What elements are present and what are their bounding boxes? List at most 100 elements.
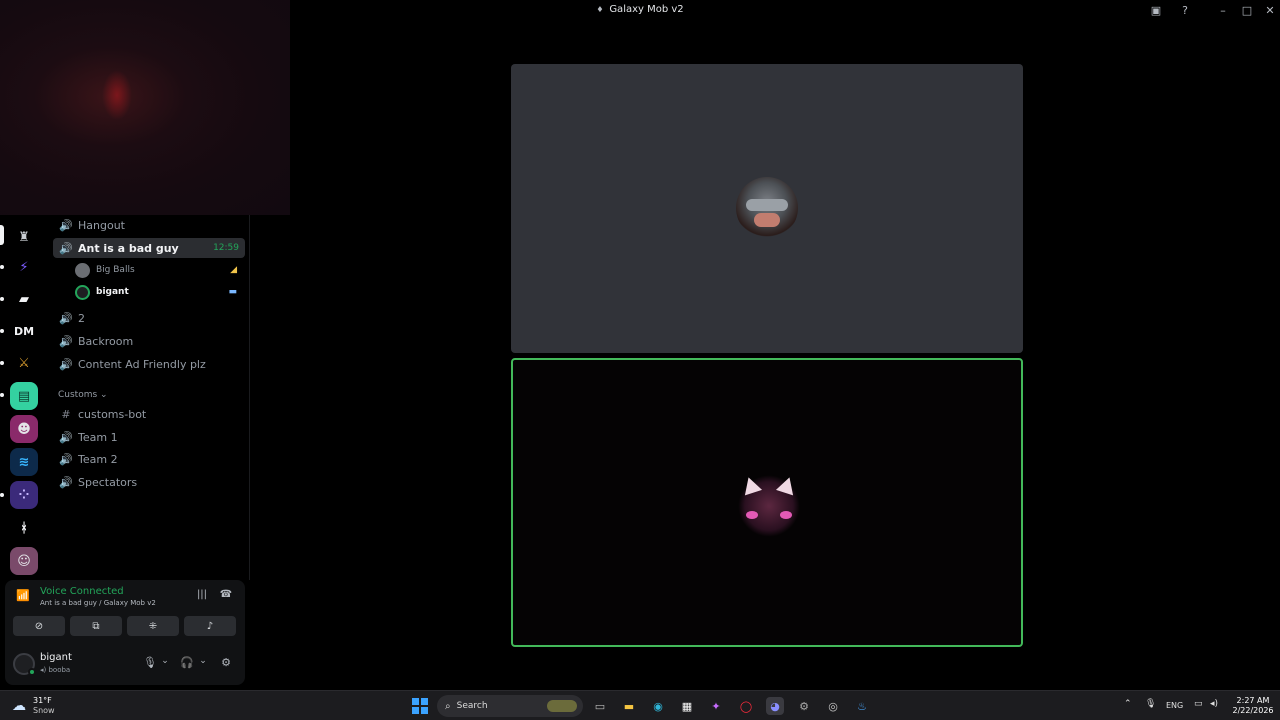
voice-channel-team-1[interactable]: 🔊 Team 1: [53, 427, 245, 447]
server-galaxy-mob[interactable]: ♜: [10, 223, 38, 251]
server-rune[interactable]: ᚼ: [10, 514, 38, 542]
hash-icon: #: [61, 407, 71, 421]
username[interactable]: bigant: [40, 652, 72, 663]
noise-suppression-icon[interactable]: |||: [193, 589, 211, 605]
headphones-icon[interactable]: 🎧: [180, 656, 194, 672]
participant-tile-speaking[interactable]: [511, 358, 1023, 647]
disconnect-icon[interactable]: ☎: [217, 589, 235, 605]
activity-icon: ◢: [230, 265, 237, 275]
server-bolt[interactable]: ⚡: [10, 253, 38, 281]
participant-avatar: [738, 474, 800, 537]
user-status: ◂) booba: [40, 666, 70, 674]
voice-member[interactable]: Big Balls ◢: [75, 260, 245, 280]
screen-share-button[interactable]: ⧉: [70, 616, 122, 636]
start-button[interactable]: [412, 698, 428, 714]
discord-icon[interactable]: ◕: [766, 697, 784, 715]
store-icon[interactable]: ▦: [678, 697, 696, 715]
member-name: Big Balls: [96, 265, 135, 275]
activities-button[interactable]: ⁜: [127, 616, 179, 636]
network-icon[interactable]: ▭: [1194, 699, 1203, 709]
minimize-button[interactable]: –: [1215, 3, 1231, 19]
volume-icon[interactable]: ◂): [1210, 699, 1218, 709]
camera-off-icon: ⊘: [34, 620, 44, 632]
edge-icon[interactable]: ◉: [649, 697, 667, 715]
start-tile: [421, 698, 428, 705]
settings-icon[interactable]: ⚙: [795, 697, 813, 715]
server-avatar-2[interactable]: ☺: [10, 547, 38, 575]
user-avatar[interactable]: [13, 653, 36, 676]
participant-tile[interactable]: [511, 64, 1023, 353]
voice-channel-hangout[interactable]: 🔊 Hangout: [53, 215, 245, 235]
avatar-decoration: [746, 511, 758, 519]
voice-location[interactable]: Ant is a bad guy / Galaxy Mob v2: [40, 599, 156, 607]
cat-ear-left: [739, 474, 763, 496]
unread-pip: [0, 361, 4, 365]
voice-channel-active[interactable]: 🔊 Ant is a bad guy 12:59: [53, 238, 245, 258]
channel-name: Hangout: [78, 218, 125, 232]
chrome-icon[interactable]: ◎: [824, 697, 842, 715]
gear-icon[interactable]: ⚙: [218, 656, 234, 672]
avatar-face: [754, 213, 780, 227]
server-dm[interactable]: DM: [10, 317, 38, 345]
voice-status[interactable]: Voice Connected: [40, 586, 124, 597]
voice-member[interactable]: bigant ▬: [75, 282, 245, 302]
voice-channel-team-2[interactable]: 🔊 Team 2: [53, 449, 245, 469]
voice-channel-content[interactable]: 🔊 Content Ad Friendly plz: [53, 354, 245, 374]
category-label: Customs: [58, 390, 98, 400]
server-avatar-1[interactable]: ☻: [10, 415, 38, 443]
copilot-icon[interactable]: ✦: [707, 697, 725, 715]
server-bot[interactable]: ▤: [10, 382, 38, 410]
online-status-dot: [28, 668, 36, 676]
chevron-down-icon[interactable]: ⌄: [198, 656, 208, 672]
window-title-text: Galaxy Mob v2: [609, 4, 684, 15]
server-swords[interactable]: ⚔: [10, 349, 38, 377]
speaker-icon: 🔊: [59, 475, 73, 489]
steam-icon[interactable]: ♨: [853, 697, 871, 715]
text-channel-customs-bot[interactable]: # customs-bot: [53, 404, 245, 424]
unread-pip: [0, 297, 4, 301]
language-indicator[interactable]: ENG: [1166, 701, 1183, 710]
voice-panel: 📶 Voice Connected Ant is a bad guy / Gal…: [5, 580, 245, 685]
custom-status: booba: [48, 666, 71, 674]
server-wave[interactable]: ≋: [10, 448, 38, 476]
file-explorer-icon[interactable]: ▬: [620, 697, 638, 715]
clock-date[interactable]: 2/22/2026: [1230, 706, 1276, 715]
voice-channel-2[interactable]: 🔊 2: [53, 308, 245, 328]
opera-gx-icon[interactable]: ◯: [737, 697, 755, 715]
speaker-icon: 🔊: [59, 357, 73, 371]
microphone-icon[interactable]: 🎙: [1145, 699, 1156, 709]
clock-time[interactable]: 2:27 AM: [1230, 696, 1276, 705]
camera-off-button[interactable]: ⊘: [13, 616, 65, 636]
weather-temp[interactable]: 31°F: [33, 696, 52, 705]
channel-name: Backroom: [78, 334, 134, 348]
maximize-button[interactable]: □: [1239, 3, 1255, 19]
server-dm-label: DM: [13, 324, 35, 338]
voice-channel-spectators[interactable]: 🔊 Spectators: [53, 472, 245, 492]
server-rail: ♜ ⚡ ▰ DM ⚔ ▤ ☻ ≋ ⁘ ᚼ ☺: [0, 215, 49, 575]
close-button[interactable]: ✕: [1262, 3, 1278, 19]
chevron-up-icon[interactable]: ⌃: [1124, 699, 1132, 709]
microphone-icon[interactable]: 🎙: [143, 656, 157, 672]
task-view-icon[interactable]: ▭: [591, 697, 609, 715]
channel-name: Team 1: [78, 430, 118, 444]
cat-ear-right: [775, 474, 799, 496]
speaker-icon: 🔊: [59, 430, 73, 444]
avatar: [75, 262, 90, 278]
voice-channel-backroom[interactable]: 🔊 Backroom: [53, 331, 245, 351]
webcam-overlay: [0, 0, 290, 215]
inbox-icon[interactable]: ▣: [1148, 3, 1164, 19]
speaker-icon: 🔊: [59, 311, 73, 325]
taskbar-search[interactable]: ⌕ Search: [437, 695, 583, 717]
weather-desc[interactable]: Snow: [33, 706, 55, 715]
help-icon[interactable]: ?: [1177, 3, 1193, 19]
channel-name: 2: [78, 311, 85, 325]
soundboard-button[interactable]: ♪: [184, 616, 236, 636]
chevron-down-icon: ⌄: [100, 390, 108, 400]
chevron-down-icon[interactable]: ⌄: [160, 656, 170, 672]
channel-name: Spectators: [78, 475, 138, 489]
server-media[interactable]: ▰: [10, 285, 38, 313]
server-grid[interactable]: ⁘: [10, 481, 38, 509]
server-icon: ♦: [596, 5, 604, 14]
weather-snow-icon[interactable]: ☁: [12, 698, 30, 714]
category-customs[interactable]: Customs ⌄: [58, 390, 108, 400]
